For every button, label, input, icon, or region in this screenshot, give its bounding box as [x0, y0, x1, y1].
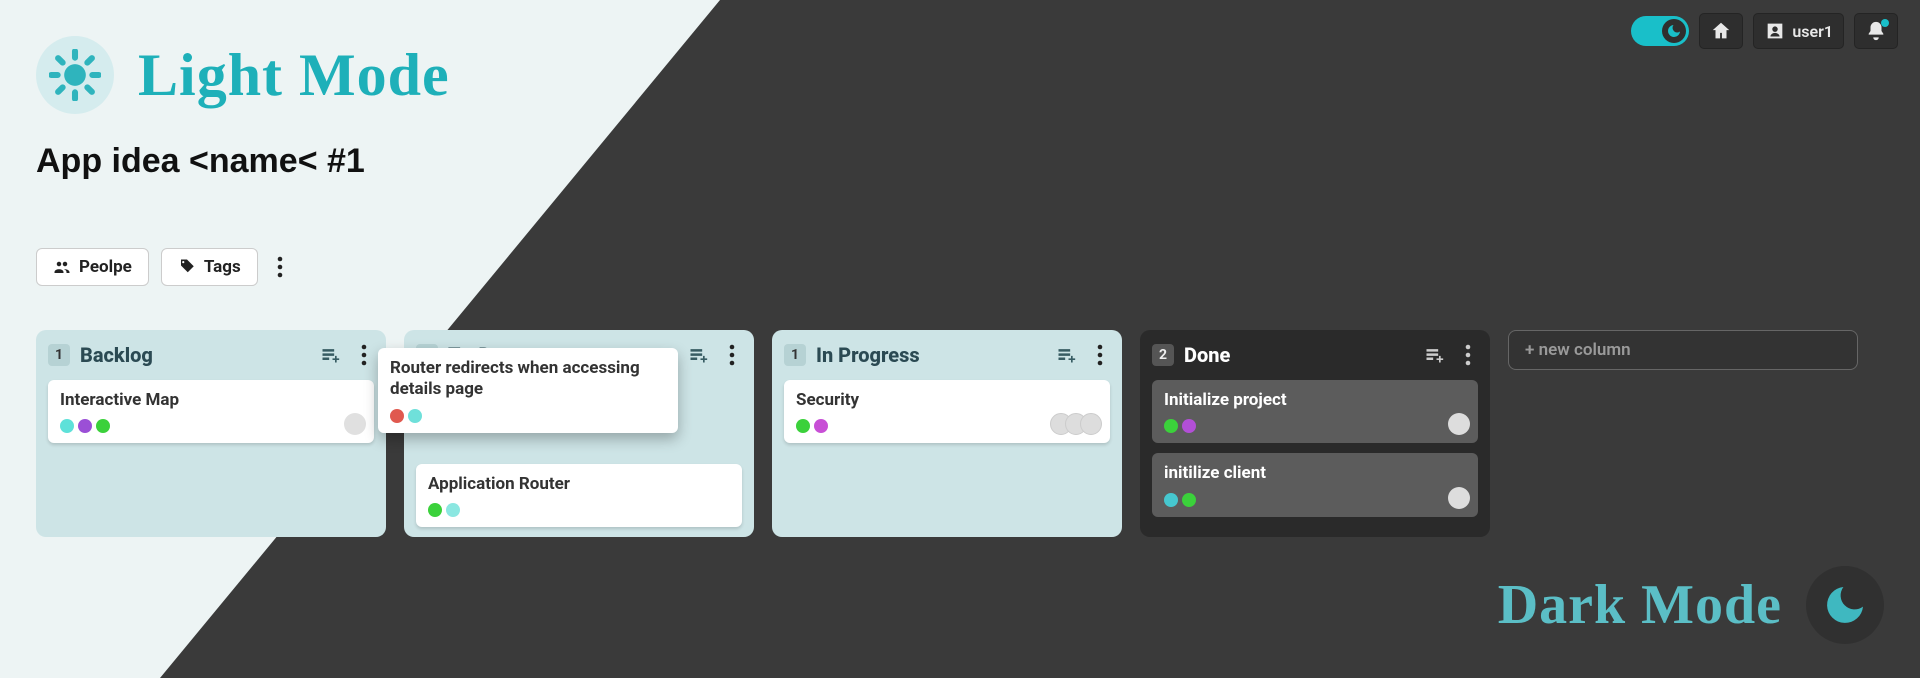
board-title: App idea <name< #1 — [36, 142, 365, 181]
card[interactable]: initilize client — [1152, 453, 1478, 516]
column-count: 2 — [1152, 344, 1174, 366]
column-in-progress[interactable]: 1 In Progress Security — [772, 330, 1122, 537]
filter-bar: Peolpe Tags — [36, 248, 290, 286]
tags-filter-label: Tags — [204, 257, 241, 277]
theme-toggle[interactable] — [1631, 16, 1689, 46]
tag-dot — [96, 419, 110, 433]
sun-badge — [36, 36, 114, 114]
card-tags — [1164, 419, 1466, 433]
add-card-icon — [688, 345, 708, 365]
avatar — [1448, 413, 1470, 435]
dark-mode-badge: Dark Mode — [1498, 566, 1884, 644]
add-card-button[interactable] — [1052, 341, 1080, 369]
card-list: Security — [772, 380, 1122, 443]
dots-vertical-icon — [1097, 344, 1103, 366]
new-column-label: + new column — [1525, 340, 1631, 360]
add-card-button[interactable] — [684, 341, 712, 369]
card-list: Initialize project initilize client — [1140, 380, 1490, 517]
theme-toggle-knob — [1662, 19, 1686, 43]
column-menu-button[interactable] — [722, 340, 742, 370]
dots-vertical-icon — [277, 256, 283, 278]
card[interactable]: Security — [784, 380, 1110, 443]
add-card-icon — [320, 345, 340, 365]
tag-dot — [1164, 419, 1178, 433]
tag-dot — [428, 503, 442, 517]
people-filter-label: Peolpe — [79, 257, 132, 277]
tag-icon — [178, 258, 196, 276]
tag-dot — [60, 419, 74, 433]
moon-icon — [1666, 23, 1682, 39]
column-menu-button[interactable] — [1090, 340, 1110, 370]
column-count: 1 — [784, 344, 806, 366]
user-label: user1 — [1792, 22, 1833, 41]
column-header: 1 Backlog — [36, 330, 386, 380]
tag-dot — [1182, 493, 1196, 507]
people-filter[interactable]: Peolpe — [36, 248, 149, 286]
column-backlog[interactable]: 1 Backlog Interactive Map — [36, 330, 386, 537]
tag-dot — [408, 409, 422, 423]
dots-vertical-icon — [729, 344, 735, 366]
avatar-row — [1057, 413, 1102, 435]
avatar — [344, 413, 366, 435]
people-icon — [53, 258, 71, 276]
card-tags — [1164, 493, 1466, 507]
new-column-button[interactable]: + new column — [1508, 330, 1858, 370]
add-card-icon — [1424, 345, 1444, 365]
column-menu-button[interactable] — [1458, 340, 1478, 370]
home-button[interactable] — [1699, 13, 1743, 49]
column-menu-button[interactable] — [354, 340, 374, 370]
card-list: Interactive Map — [36, 380, 386, 443]
card-title: Interactive Map — [60, 390, 362, 411]
user-icon — [1764, 20, 1786, 42]
moon-badge — [1806, 566, 1884, 644]
card-title: Router redirects when accessing details … — [390, 358, 666, 401]
add-card-button[interactable] — [316, 341, 344, 369]
home-icon — [1710, 20, 1732, 42]
column-title: Done — [1184, 343, 1410, 367]
card-title: Application Router — [428, 474, 730, 495]
add-card-icon — [1056, 345, 1076, 365]
column-title: In Progress — [816, 343, 1042, 367]
tag-dot — [390, 409, 404, 423]
notifications-button[interactable] — [1854, 13, 1898, 49]
more-filters-button[interactable] — [270, 252, 290, 282]
card-title: Security — [796, 390, 1098, 411]
column-done[interactable]: 2 Done Initialize project initilize clie… — [1140, 330, 1490, 537]
column-count: 1 — [48, 344, 70, 366]
add-card-button[interactable] — [1420, 341, 1448, 369]
card-tags — [390, 409, 666, 423]
card-tags — [60, 419, 362, 433]
card-tags — [428, 503, 730, 517]
card-title: Initialize project — [1164, 390, 1466, 411]
user-button[interactable]: user1 — [1753, 13, 1844, 49]
tag-dot — [1182, 419, 1196, 433]
light-mode-badge: Light Mode — [36, 36, 450, 114]
board: 1 Backlog Interactive Map 3 — [36, 330, 1858, 537]
card[interactable]: Initialize project — [1152, 380, 1478, 443]
tags-filter[interactable]: Tags — [161, 248, 258, 286]
moon-icon — [1821, 581, 1869, 629]
avatar — [1448, 487, 1470, 509]
column-title: Backlog — [80, 343, 306, 367]
dark-mode-label: Dark Mode — [1498, 573, 1782, 637]
column-header: 1 In Progress — [772, 330, 1122, 380]
card[interactable]: Interactive Map — [48, 380, 374, 443]
column-header: 2 Done — [1140, 330, 1490, 380]
tag-dot — [78, 419, 92, 433]
tag-dot — [1164, 493, 1178, 507]
card[interactable]: Application Router — [416, 464, 742, 527]
avatar — [1080, 413, 1102, 435]
tag-dot — [446, 503, 460, 517]
light-mode-label: Light Mode — [138, 41, 450, 110]
dots-vertical-icon — [361, 344, 367, 366]
card-title: initilize client — [1164, 463, 1466, 484]
sun-icon — [49, 49, 101, 101]
bell-icon — [1865, 20, 1887, 42]
tag-dot — [814, 419, 828, 433]
dots-vertical-icon — [1465, 344, 1471, 366]
tag-dot — [796, 419, 810, 433]
dragging-card[interactable]: Router redirects when accessing details … — [378, 348, 678, 433]
